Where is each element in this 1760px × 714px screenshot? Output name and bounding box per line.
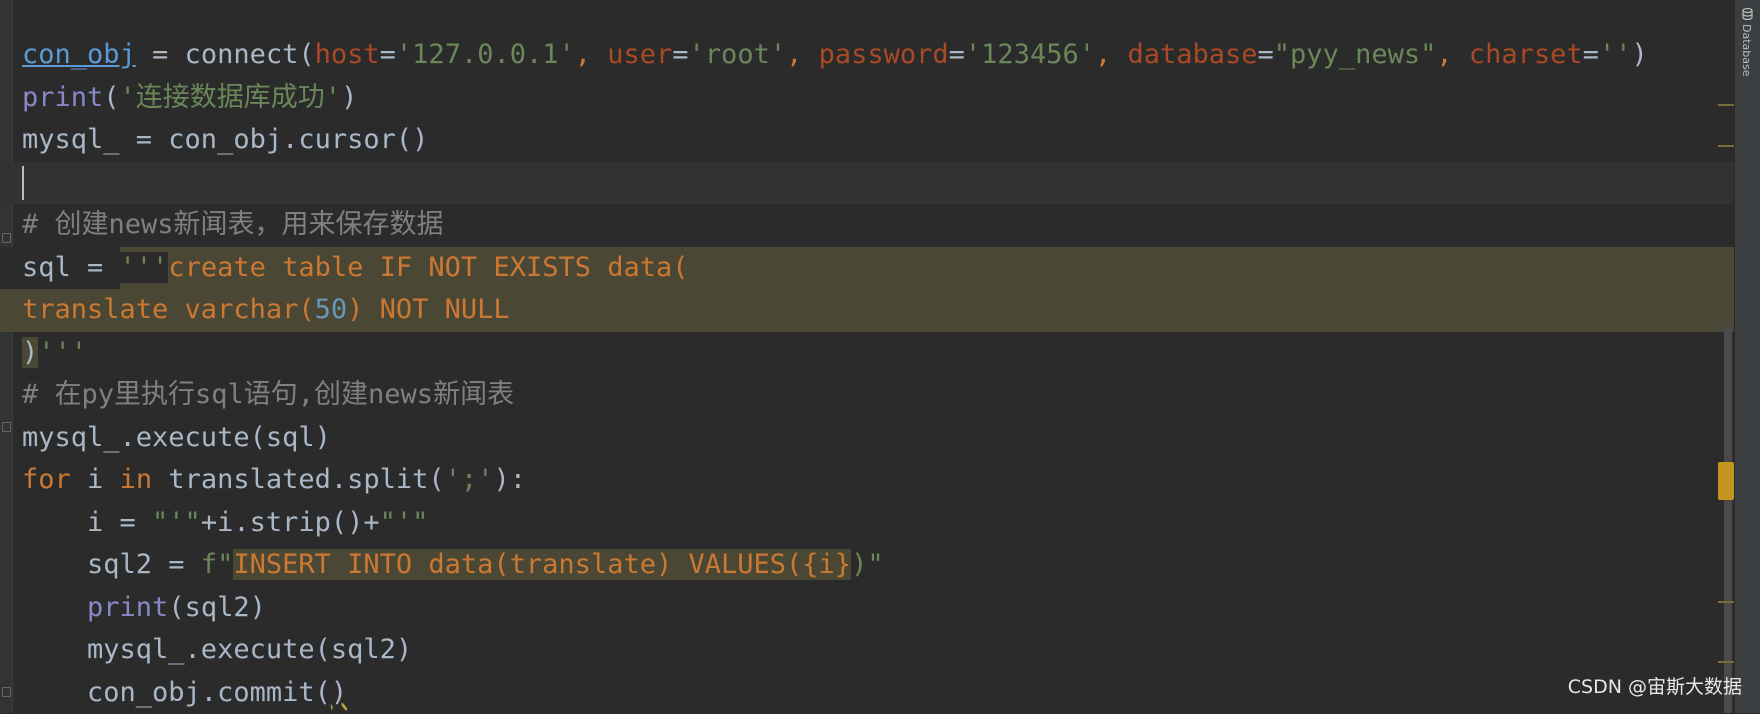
code-line-6: sql = '''create table IF NOT EXISTS data… <box>0 247 1735 290</box>
sql-column: translate varchar( <box>22 294 315 325</box>
watermark: CSDN @宙斯大数据 <box>1568 672 1742 699</box>
string-message: '连接数据库成功' <box>120 82 342 113</box>
split-call: translated.split( <box>152 464 445 495</box>
code-line-10: mysql_.execute(sql) <box>22 417 1735 460</box>
code-line-14: print(sql2) <box>22 587 1735 630</box>
code-line-9: # 在py里执行sql语句,创建news新闻表 <box>22 374 1735 417</box>
builtin-print: print <box>87 592 168 623</box>
sql-close-paren: ) <box>22 337 38 368</box>
string-separator: ';' <box>445 464 494 495</box>
indent <box>22 592 87 623</box>
operator: = <box>136 39 185 70</box>
code-line-11: for i in translated.split(';'): <box>22 459 1735 502</box>
string-user: 'root' <box>689 39 787 70</box>
code-line-4-current <box>0 162 1735 205</box>
builtin-print: print <box>22 82 103 113</box>
code-line-5: # 创建news新闻表，用来保存数据 <box>22 204 1735 247</box>
param-password: password <box>819 39 949 70</box>
scrollbar-thumb[interactable] <box>1724 325 1732 713</box>
code-line-12: i = "'"+i.strip()+"'" <box>22 502 1735 545</box>
string-password: '123456' <box>965 39 1095 70</box>
code-line-3: mysql_ = con_obj.cursor() <box>22 119 1735 162</box>
code-line-16: con_obj.commit() <box>22 672 1735 714</box>
sql-create-table: create table IF NOT EXISTS data( <box>168 252 688 283</box>
triple-quote: ''' <box>120 252 169 283</box>
variable-con-obj[interactable]: con_obj <box>22 39 136 70</box>
param-user: user <box>607 39 672 70</box>
sql-number: 50 <box>315 294 348 325</box>
string-charset: '' <box>1599 39 1632 70</box>
loop-colon: ): <box>493 464 526 495</box>
assign: sql2 = <box>22 549 201 580</box>
code-line-1: con_obj = connect(host='127.0.0.1', user… <box>22 34 1735 77</box>
keyword-in: in <box>120 464 153 495</box>
fold-end-icon[interactable] <box>2 687 11 697</box>
print-arg: (sql2) <box>168 592 266 623</box>
code-lines[interactable]: con_obj = connect(host='127.0.0.1', user… <box>22 34 1735 714</box>
fstring-close: )" <box>851 549 884 580</box>
paren: ) <box>1631 39 1647 70</box>
fstring-placeholder: {i} <box>802 549 851 580</box>
warning-stripe-marker[interactable] <box>1718 601 1734 603</box>
triple-quote: ''' <box>38 337 87 368</box>
right-tool-sidebar: Database <box>1734 0 1760 713</box>
database-icon[interactable] <box>1742 8 1753 20</box>
code-line-8: )''' <box>22 332 1735 375</box>
param-host: host <box>315 39 380 70</box>
string-quote: "'" <box>152 507 201 538</box>
database-tool-tab[interactable]: Database <box>1740 24 1753 77</box>
editor-gutter <box>0 0 13 713</box>
commit-call: con_obj.commit( <box>22 677 331 708</box>
fold-marker-icon[interactable] <box>2 422 11 432</box>
keyword-for: for <box>22 464 71 495</box>
warning-stripe-marker[interactable] <box>1718 104 1734 106</box>
param-charset: charset <box>1469 39 1583 70</box>
code-line-15: mysql_.execute(sql2) <box>22 629 1735 672</box>
code-line-7: translate varchar(50) NOT NULL <box>0 289 1735 332</box>
code-line-13: sql2 = f"INSERT INTO data(translate) VAL… <box>22 544 1735 587</box>
warning-stripe-marker[interactable] <box>1718 145 1734 147</box>
fstring-prefix: f" <box>201 549 234 580</box>
sql-not-null: ) NOT NULL <box>347 294 510 325</box>
sql-insert: INSERT INTO data(translate) VALUES( <box>233 549 802 580</box>
strip-call: +i.strip()+ <box>201 507 380 538</box>
code-lead: sql = <box>0 247 120 290</box>
string-quote: "'" <box>380 507 429 538</box>
assign: i = <box>22 507 152 538</box>
loop-var: i <box>71 464 120 495</box>
warning-squiggle: ) <box>331 677 347 708</box>
param-database: database <box>1127 39 1257 70</box>
warning-stripe-marker[interactable] <box>1718 661 1734 663</box>
fold-marker-icon[interactable] <box>2 233 11 243</box>
error-stripe-marker[interactable] <box>1718 462 1734 500</box>
string-database: "pyy_news" <box>1274 39 1437 70</box>
string-host: '127.0.0.1' <box>396 39 575 70</box>
code-editor[interactable]: con_obj = connect(host='127.0.0.1', user… <box>0 0 1735 713</box>
code-line-2: print('连接数据库成功') <box>22 77 1735 120</box>
function-call: connect( <box>185 39 315 70</box>
text-caret <box>22 166 24 200</box>
